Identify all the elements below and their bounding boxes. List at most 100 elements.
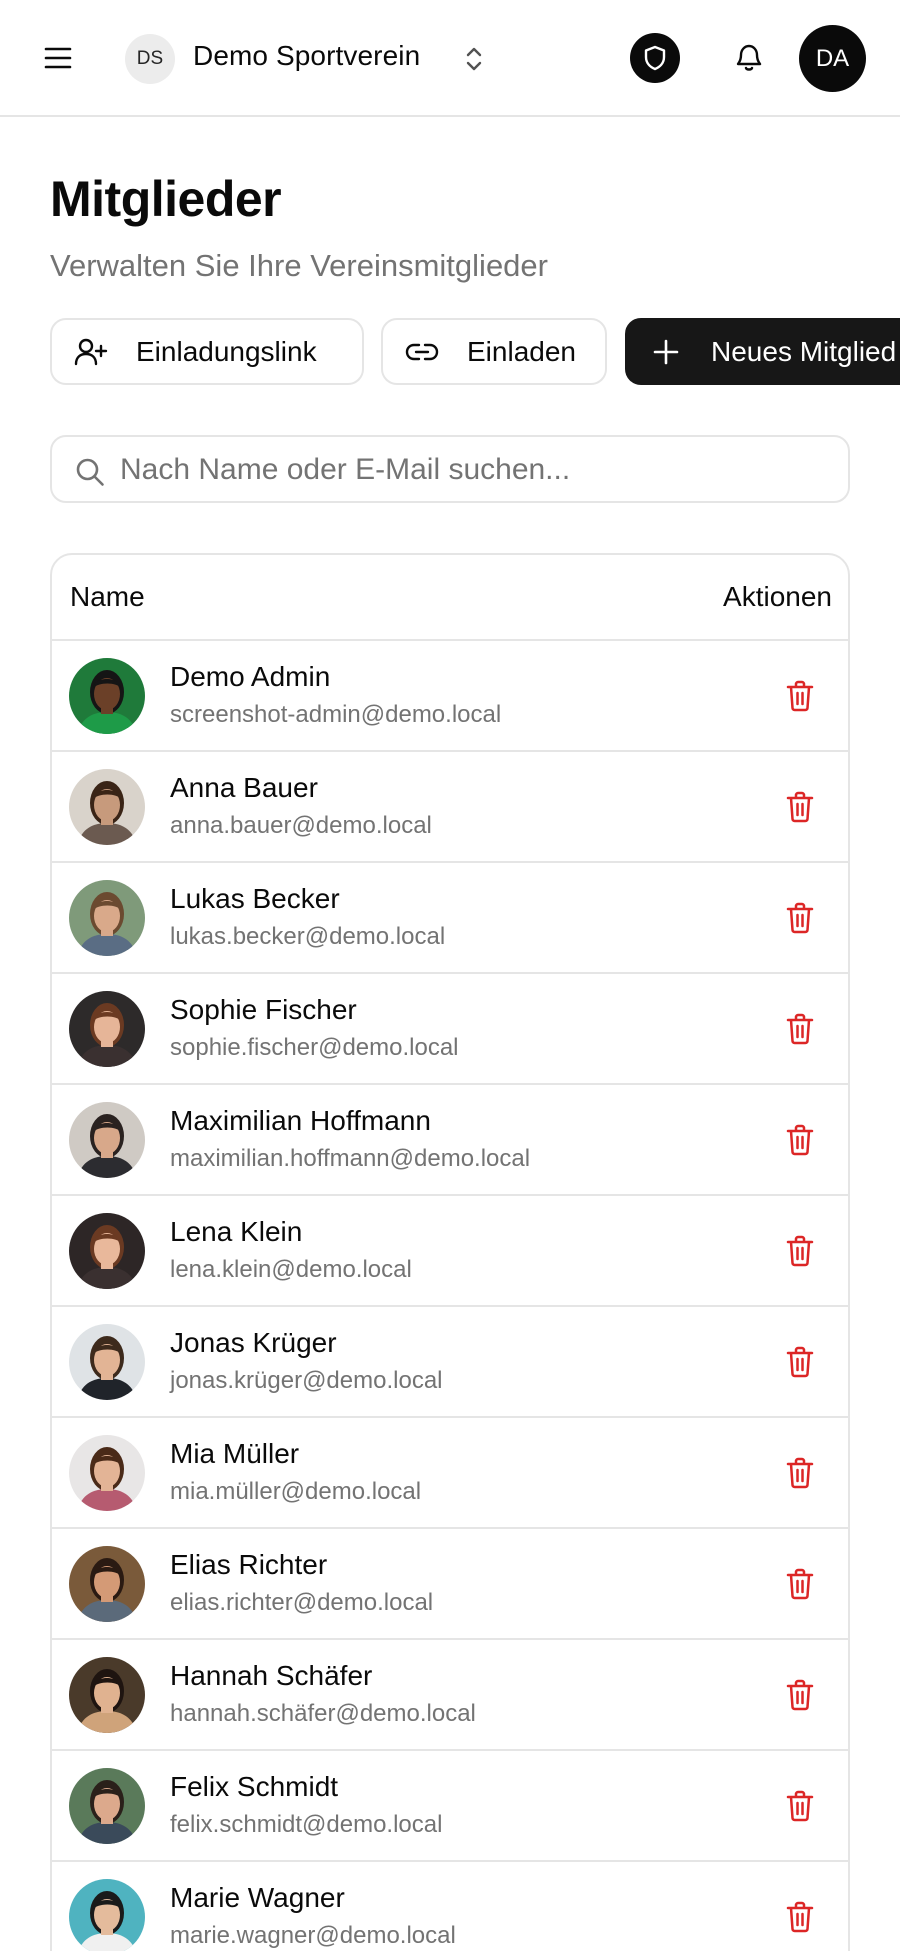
table-body: Demo Admin screenshot-admin@demo.local Ann… xyxy=(52,641,848,1951)
new-member-label: Neues Mitglied xyxy=(711,335,897,367)
org-avatar[interactable]: DS xyxy=(125,34,175,84)
delete-member-button[interactable] xyxy=(782,1454,818,1492)
member-email: jonas.krüger@demo.local xyxy=(170,1367,443,1394)
trash-icon xyxy=(786,902,814,934)
delete-member-button[interactable] xyxy=(782,1565,818,1603)
top-bar: DS Demo Sportverein DA xyxy=(0,0,900,117)
delete-member-button[interactable] xyxy=(782,1232,818,1270)
invite-button[interactable]: Einladen xyxy=(381,318,607,385)
member-email: maximilian.hoffmann@demo.local xyxy=(170,1145,531,1172)
delete-member-button[interactable] xyxy=(782,788,818,826)
member-avatar xyxy=(69,1879,145,1951)
member-name: Maximilian Hoffmann xyxy=(170,1105,431,1136)
trash-icon xyxy=(786,1679,814,1711)
shield-icon xyxy=(644,45,666,71)
members-table: Name Aktionen Demo Admin screenshot-admin… xyxy=(50,553,850,1951)
table-row[interactable]: Mia Müller mia.müller@demo.local xyxy=(52,1418,848,1529)
member-name: Mia Müller xyxy=(170,1438,300,1469)
table-row[interactable]: Lukas Becker lukas.becker@demo.local xyxy=(52,863,848,974)
table-header: Name Aktionen xyxy=(52,555,848,641)
member-name: Demo Admin xyxy=(170,661,331,692)
member-avatar xyxy=(69,1435,145,1511)
trash-icon xyxy=(786,680,814,712)
member-avatar xyxy=(69,658,145,734)
member-avatar xyxy=(69,1546,145,1622)
invite-link-label: Einladungslink xyxy=(136,335,317,367)
trash-icon xyxy=(786,791,814,823)
table-row[interactable]: Lena Klein lena.klein@demo.local xyxy=(52,1196,848,1307)
trash-icon xyxy=(786,1124,814,1156)
table-row[interactable]: Demo Admin screenshot-admin@demo.local xyxy=(52,641,848,752)
chevrons-up-down-icon xyxy=(466,47,482,71)
table-row[interactable]: Maximilian Hoffmann maximilian.hoffmann@d… xyxy=(52,1085,848,1196)
new-member-button[interactable]: Neues Mitglied xyxy=(625,318,900,385)
invite-label: Einladen xyxy=(467,335,576,367)
member-email: elias.richter@demo.local xyxy=(170,1589,434,1616)
table-row[interactable]: Marie Wagner marie.wagner@demo.local xyxy=(52,1862,848,1951)
search-input[interactable] xyxy=(120,445,820,495)
member-email: sophie.fischer@demo.local xyxy=(170,1034,459,1061)
link-icon xyxy=(405,335,439,369)
trash-icon xyxy=(786,1235,814,1267)
table-row[interactable]: Anna Bauer anna.bauer@demo.local xyxy=(52,752,848,863)
member-name: Felix Schmidt xyxy=(170,1771,339,1802)
member-avatar xyxy=(69,769,145,845)
delete-member-button[interactable] xyxy=(782,1121,818,1159)
member-email: screenshot-admin@demo.local xyxy=(170,701,502,728)
delete-member-button[interactable] xyxy=(782,1010,818,1048)
member-email: anna.bauer@demo.local xyxy=(170,812,432,839)
plus-icon xyxy=(649,335,683,369)
trash-icon xyxy=(786,1457,814,1489)
member-email: hannah.schäfer@demo.local xyxy=(170,1700,476,1727)
delete-member-button[interactable] xyxy=(782,677,818,715)
bell-icon xyxy=(736,44,762,71)
member-name: Elias Richter xyxy=(170,1549,328,1580)
member-avatar xyxy=(69,991,145,1067)
member-name: Hannah Schäfer xyxy=(170,1660,373,1691)
table-row[interactable]: Jonas Krüger jonas.krüger@demo.local xyxy=(52,1307,848,1418)
member-avatar xyxy=(69,1657,145,1733)
table-row[interactable]: Elias Richter elias.richter@demo.local xyxy=(52,1529,848,1640)
table-row[interactable]: Felix Schmidt felix.schmidt@demo.local xyxy=(52,1751,848,1862)
member-email: marie.wagner@demo.local xyxy=(170,1922,456,1949)
user-avatar[interactable]: DA xyxy=(799,25,866,92)
member-avatar xyxy=(69,1768,145,1844)
search-icon xyxy=(76,458,104,486)
member-avatar xyxy=(69,1213,145,1289)
trash-icon xyxy=(786,1568,814,1600)
member-name: Jonas Krüger xyxy=(170,1327,337,1358)
column-header-actions: Aktionen xyxy=(723,581,832,612)
notifications-button[interactable] xyxy=(729,38,769,78)
delete-member-button[interactable] xyxy=(782,1676,818,1714)
member-email: lena.klein@demo.local xyxy=(170,1256,412,1283)
table-row[interactable]: Sophie Fischer sophie.fischer@demo.local xyxy=(52,974,848,1085)
trash-icon xyxy=(786,1346,814,1378)
member-avatar xyxy=(69,1324,145,1400)
search-box xyxy=(50,435,850,503)
org-switcher[interactable] xyxy=(459,42,489,76)
column-header-name: Name xyxy=(70,581,145,612)
page-subtitle: Verwalten Sie Ihre Vereinsmitglieder xyxy=(50,248,548,283)
admin-button[interactable] xyxy=(630,33,680,83)
trash-icon xyxy=(786,1013,814,1045)
member-name: Marie Wagner xyxy=(170,1882,345,1913)
delete-member-button[interactable] xyxy=(782,1343,818,1381)
delete-member-button[interactable] xyxy=(782,1787,818,1825)
member-email: felix.schmidt@demo.local xyxy=(170,1811,443,1838)
invite-link-button[interactable]: Einladungslink xyxy=(50,318,364,385)
menu-icon xyxy=(44,47,72,69)
member-name: Lena Klein xyxy=(170,1216,303,1247)
member-name: Sophie Fischer xyxy=(170,994,357,1025)
delete-member-button[interactable] xyxy=(782,899,818,937)
member-avatar xyxy=(69,1102,145,1178)
user-plus-icon xyxy=(74,335,108,369)
member-name: Anna Bauer xyxy=(170,772,318,803)
delete-member-button[interactable] xyxy=(782,1898,818,1936)
member-email: mia.müller@demo.local xyxy=(170,1478,422,1505)
menu-button[interactable] xyxy=(38,38,78,78)
table-row[interactable]: Hannah Schäfer hannah.schäfer@demo.local xyxy=(52,1640,848,1751)
member-avatar xyxy=(69,880,145,956)
trash-icon xyxy=(786,1901,814,1933)
org-name[interactable]: Demo Sportverein xyxy=(193,40,420,72)
member-email: lukas.becker@demo.local xyxy=(170,923,446,950)
